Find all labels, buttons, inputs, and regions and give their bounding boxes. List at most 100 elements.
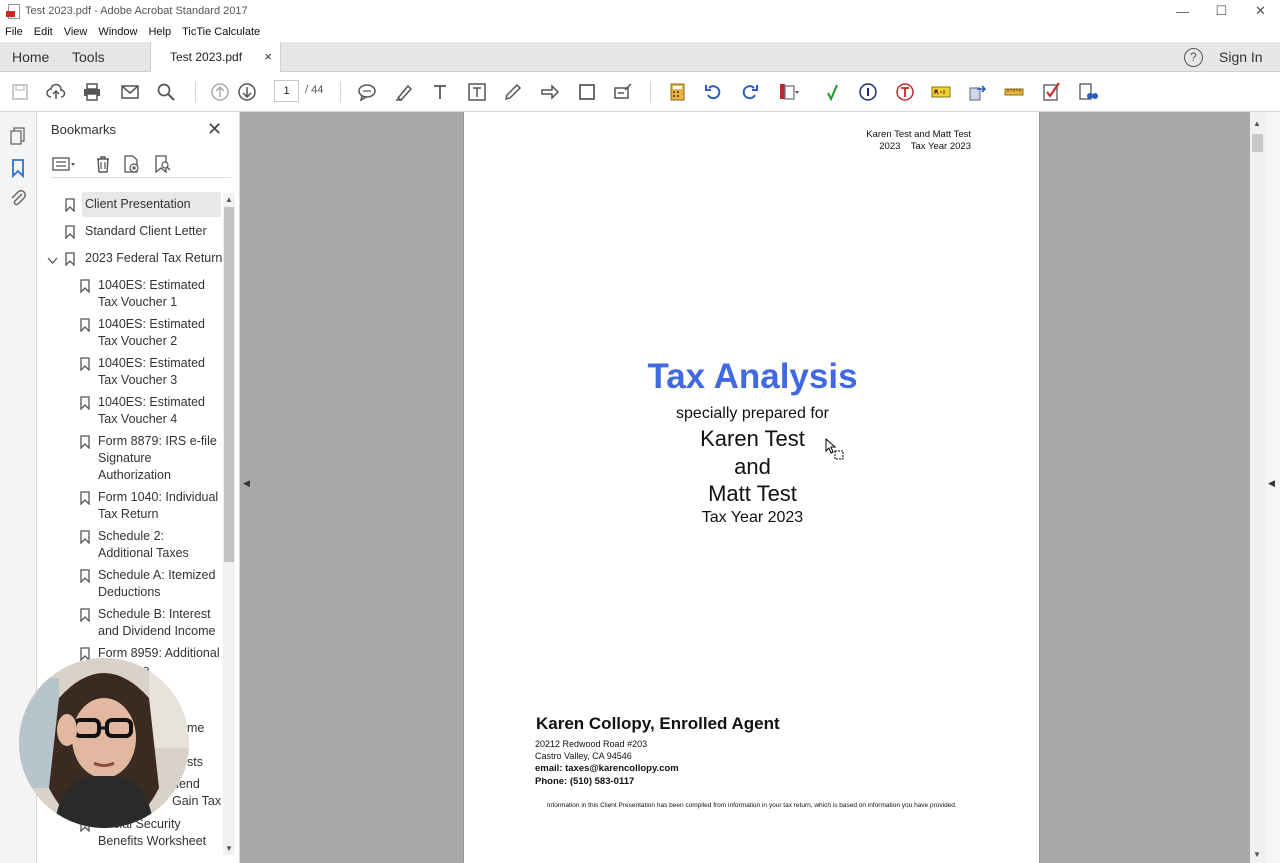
tab-document[interactable]: Test 2023.pdf × — [150, 42, 281, 73]
rotate-left-icon[interactable] — [702, 81, 724, 103]
rotate-right-icon[interactable] — [739, 81, 761, 103]
expand-right-panel-icon[interactable]: ◀ — [1268, 478, 1275, 489]
tick-mark-icon[interactable] — [822, 81, 844, 103]
scroll-down-icon[interactable]: ▼ — [225, 844, 233, 853]
menu-file[interactable]: File — [5, 26, 23, 38]
highlight-icon[interactable] — [393, 81, 415, 103]
help-icon[interactable]: ? — [1184, 48, 1203, 67]
print-icon[interactable] — [81, 81, 103, 103]
document-binoculars-icon[interactable] — [1077, 81, 1099, 103]
bookmark-icon — [65, 252, 75, 271]
email-icon[interactable] — [119, 81, 141, 103]
bookmark-schedule-b[interactable]: Schedule B: Interest and Dividend Income — [98, 606, 222, 640]
scroll-up-icon[interactable]: ▲ — [225, 195, 233, 204]
document-scrollbar[interactable]: ▲ ▼ — [1250, 112, 1265, 863]
export-link-icon[interactable] — [967, 81, 989, 103]
new-bookmark-icon[interactable] — [121, 154, 143, 174]
search-icon[interactable] — [155, 81, 177, 103]
bookmark-page-dropdown-icon[interactable] — [778, 81, 800, 103]
calculator-icon[interactable] — [666, 81, 688, 103]
scrollbar-thumb[interactable] — [1252, 134, 1263, 152]
next-page-icon[interactable] — [236, 81, 258, 103]
ruler-icon[interactable] — [1003, 81, 1025, 103]
find-bookmark-icon[interactable] — [152, 154, 174, 174]
bookmarks-panel-title: Bookmarks — [51, 122, 117, 137]
toolbar-divider — [650, 82, 651, 102]
bookmark-label: sts — [187, 755, 203, 769]
scrollbar-thumb[interactable] — [224, 207, 234, 562]
tab-tools[interactable]: Tools — [72, 42, 105, 72]
close-tab-button[interactable]: × — [264, 42, 272, 72]
bookmark-icon — [80, 357, 90, 376]
tab-home[interactable]: Home — [12, 42, 49, 72]
toolbar — [0, 72, 1280, 112]
bookmark-1040es-voucher-4[interactable]: 1040ES: Estimated Tax Voucher 4 — [98, 394, 216, 428]
menu-edit[interactable]: Edit — [34, 26, 53, 38]
bookmark-label: 1040ES: Estimated Tax Voucher 2 — [98, 317, 206, 348]
collapse-left-panel-icon[interactable]: ◀ — [243, 478, 250, 489]
bookmark-standard-client-letter[interactable]: Standard Client Letter — [85, 223, 220, 240]
comment-icon[interactable] — [356, 81, 378, 103]
bookmark-icon — [80, 530, 90, 549]
chevron-down-icon[interactable] — [47, 252, 58, 270]
info-circle-icon[interactable] — [857, 81, 879, 103]
previous-page-icon[interactable] — [209, 81, 231, 103]
bookmark-partial-2[interactable]: sts — [187, 754, 217, 771]
page-header-names: Karen Test and Matt Test — [866, 129, 971, 140]
mouse-cursor-icon — [825, 437, 845, 460]
close-window-button[interactable]: ✕ — [1241, 0, 1280, 22]
upload-cloud-icon[interactable] — [45, 81, 67, 103]
fill-sign-icon[interactable] — [612, 81, 634, 103]
bookmark-label: Schedule B: Interest and Dividend Income — [98, 607, 216, 638]
bookmarks-toolbar — [51, 152, 231, 178]
checklist-icon[interactable] — [1040, 81, 1062, 103]
menu-view[interactable]: View — [64, 26, 88, 38]
bookmark-form-8879[interactable]: Form 8879: IRS e-file Signature Authoriz… — [98, 433, 222, 484]
tie-out-circle-icon[interactable] — [894, 81, 916, 103]
bookmark-schedule-2[interactable]: Schedule 2: Additional Taxes — [98, 528, 208, 562]
add-text-icon[interactable] — [429, 81, 451, 103]
toolbar-divider — [195, 82, 196, 102]
bookmark-label: 1040ES: Estimated Tax Voucher 3 — [98, 356, 206, 387]
reference-stamp-icon[interactable] — [930, 81, 952, 103]
bookmark-label: Standard Client Letter — [85, 224, 207, 238]
bookmark-1040es-voucher-1[interactable]: 1040ES: Estimated Tax Voucher 1 — [98, 277, 216, 311]
page-thumbnails-icon[interactable] — [8, 126, 28, 146]
close-panel-button[interactable]: ✕ — [207, 120, 222, 138]
attachments-icon[interactable] — [8, 188, 28, 208]
disclaimer-note: Information in this Client Presentation … — [547, 802, 957, 809]
tax-year: Tax Year 2023 — [701, 509, 804, 526]
bookmarks-scrollbar[interactable]: ▲ ▼ — [223, 193, 235, 855]
text-box-icon[interactable] — [466, 81, 488, 103]
delete-bookmark-icon[interactable] — [93, 154, 115, 174]
menu-tictie-calculate[interactable]: TicTie Calculate — [182, 26, 260, 38]
bookmark-icon — [80, 318, 90, 337]
rectangle-icon[interactable] — [576, 81, 598, 103]
sign-in-link[interactable]: Sign In — [1219, 42, 1263, 72]
bookmark-schedule-a[interactable]: Schedule A: Itemized Deductions — [98, 567, 222, 601]
bookmark-client-presentation[interactable]: Client Presentation — [82, 192, 221, 217]
client-name-1: Karen Test — [700, 426, 805, 451]
scroll-up-icon[interactable]: ▲ — [1253, 119, 1261, 128]
page-number-input[interactable]: 1 — [274, 80, 299, 102]
minimize-button[interactable]: — — [1163, 0, 1202, 22]
bookmarks-icon[interactable] — [8, 158, 28, 179]
arrow-icon[interactable] — [539, 81, 561, 103]
maximize-button[interactable]: ☐ — [1202, 0, 1241, 22]
bookmark-label: Form 1040: Individual Tax Return — [98, 490, 219, 521]
tab-bar: Home Tools Test 2023.pdf × ? Sign In — [0, 42, 1280, 73]
page-header-year: 2023 Tax Year 2023 — [879, 141, 971, 152]
window-title: Test 2023.pdf - Adobe Acrobat Standard 2… — [25, 5, 248, 17]
bookmark-1040es-voucher-2[interactable]: 1040ES: Estimated Tax Voucher 2 — [98, 316, 216, 350]
bookmark-1040es-voucher-3[interactable]: 1040ES: Estimated Tax Voucher 3 — [98, 355, 216, 389]
bookmark-federal-tax-return[interactable]: 2023 Federal Tax Return — [85, 250, 222, 267]
scroll-down-icon[interactable]: ▼ — [1253, 850, 1261, 859]
bookmark-form-1040[interactable]: Form 1040: Individual Tax Return — [98, 489, 222, 523]
bookmark-options-icon[interactable] — [52, 154, 75, 174]
save-icon[interactable] — [9, 81, 31, 103]
bookmark-partial-1[interactable]: me — [187, 720, 217, 737]
pencil-icon[interactable] — [502, 81, 524, 103]
menu-help[interactable]: Help — [148, 26, 171, 38]
menu-window[interactable]: Window — [98, 26, 137, 38]
toolbar-divider — [340, 82, 341, 102]
